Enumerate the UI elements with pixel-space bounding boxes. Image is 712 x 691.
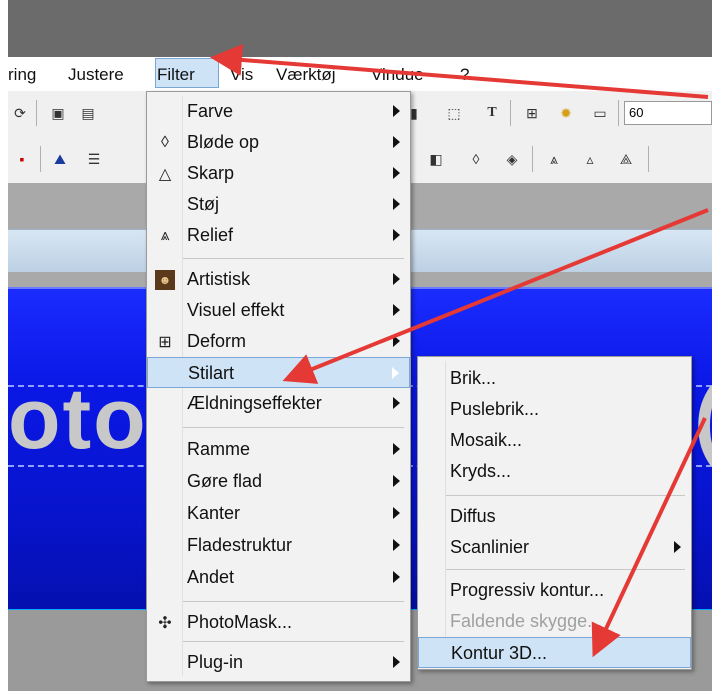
submenu-arrow-icon [393, 475, 400, 487]
submenu-item-progressiv-kontur[interactable]: Progressiv kontur... [418, 575, 691, 606]
tree-icon[interactable]: ⊞ [522, 103, 542, 123]
submenu-item-scanlinier[interactable]: Scanlinier [418, 532, 691, 563]
split-icon[interactable]: ◧ [426, 149, 446, 169]
stilart-submenu: Brik... Puslebrik... Mosaik... Kryds... … [417, 356, 692, 670]
submenu-item-mosaik[interactable]: Mosaik... [418, 425, 691, 456]
submenu-arrow-icon [393, 397, 400, 409]
triangle-outline-icon: △ [158, 166, 172, 183]
image-copy-icon[interactable]: ▤ [78, 103, 98, 123]
submenu-item-brik[interactable]: Brik... [418, 363, 691, 394]
menu-separator [183, 258, 404, 259]
menu-item-goere-flad[interactable]: Gøre flad [147, 466, 410, 497]
menu-item-andet[interactable]: Andet [147, 562, 410, 593]
adjust-icon[interactable]: ☰ [84, 149, 104, 169]
droplet-outline-icon: ◊ [161, 134, 169, 151]
photomask-icon: ✣ [158, 615, 172, 632]
submenu-arrow-icon [393, 273, 400, 285]
menu-item-artistisk[interactable]: ☻ Artistisk [147, 264, 410, 295]
sharpen-icon[interactable]: ▵ [580, 149, 600, 169]
menu-vis[interactable]: Vis [230, 65, 253, 85]
toolbar-separator [648, 146, 649, 172]
menu-separator [183, 427, 404, 428]
menu-item-stilart[interactable]: Stilart [147, 357, 410, 388]
menu-item-fladestruktur[interactable]: Fladestruktur [147, 530, 410, 561]
toolbar-separator [40, 146, 41, 172]
submenu-arrow-icon [393, 105, 400, 117]
menu-item-deform[interactable]: ⊞ Deform [147, 326, 410, 357]
menu-item-stoej[interactable]: Støj [147, 189, 410, 220]
menu-vindue[interactable]: Vindue [371, 65, 424, 85]
submenu-item-puslebrik[interactable]: Puslebrik... [418, 394, 691, 425]
menu-separator [446, 569, 685, 570]
zoom-input[interactable]: 60 [624, 101, 712, 125]
submenu-item-kryds[interactable]: Kryds... [418, 456, 691, 487]
menu-item-ramme[interactable]: Ramme [147, 434, 410, 465]
submenu-arrow-icon [393, 656, 400, 668]
submenu-arrow-icon [393, 507, 400, 519]
menu-item-visuel-effekt[interactable]: Visuel effekt [147, 295, 410, 326]
submenu-arrow-icon [393, 539, 400, 551]
menu-item-photomask[interactable]: ✣ PhotoMask... [147, 607, 410, 638]
menu-justere[interactable]: Justere [68, 65, 124, 85]
menu-bar: ring Justere Filter Vis Værktøj Vindue ? [8, 57, 712, 91]
menu-item-skarp[interactable]: △ Skarp [147, 158, 410, 189]
submenu-arrow-icon [393, 136, 400, 148]
submenu-arrow-icon [393, 198, 400, 210]
filter-menu: Farve ◊ Bløde op △ Skarp Støj ⩓ Relief ☻… [146, 91, 411, 682]
levels-icon[interactable]: ⛰ [50, 149, 70, 169]
submenu-item-diffus[interactable]: Diffus [418, 501, 691, 532]
submenu-arrow-icon [393, 443, 400, 455]
redo-icon[interactable]: ⟳ [10, 103, 30, 123]
submenu-arrow-icon [393, 167, 400, 179]
emboss-icon[interactable]: ⩓ [544, 149, 564, 169]
selection-icon[interactable]: ⬚ [444, 103, 464, 123]
title-bar [8, 0, 712, 57]
toolbar-separator [510, 100, 511, 126]
menu-item-aeldningseffekter[interactable]: Ældningseffekter [147, 388, 410, 419]
toolbar-separator [36, 100, 37, 126]
blur-icon[interactable]: ◊ [466, 149, 486, 169]
menu-filter[interactable]: Filter [157, 65, 195, 85]
toolbar-separator [532, 146, 533, 172]
relief-icon: ⩓ [160, 227, 170, 244]
menu-item-kanter[interactable]: Kanter [147, 498, 410, 529]
window-icon[interactable]: ▭ [590, 103, 610, 123]
blur-more-icon[interactable]: ◈ [502, 149, 522, 169]
menu-separator [183, 641, 404, 642]
color-palette-icon[interactable]: ▪ [12, 149, 32, 169]
toolbar-separator [618, 100, 619, 126]
submenu-arrow-icon [674, 541, 681, 553]
menu-item-plug-in[interactable]: Plug-in [147, 647, 410, 678]
menu-vaerktoej[interactable]: Værktøj [276, 65, 336, 85]
image-icon[interactable]: ▣ [48, 103, 68, 123]
submenu-arrow-icon [393, 571, 400, 583]
banner-text-right: ( [694, 370, 712, 469]
grid-deform-icon: ⊞ [158, 334, 172, 351]
submenu-arrow-icon [393, 229, 400, 241]
mona-lisa-icon: ☻ [155, 270, 175, 290]
menu-separator [183, 601, 404, 602]
menu-item-farve[interactable]: Farve [147, 96, 410, 127]
menu-separator [446, 495, 685, 496]
text-tool-icon[interactable]: T [482, 103, 502, 123]
submenu-arrow-icon [393, 304, 400, 316]
submenu-arrow-icon [393, 335, 400, 347]
submenu-item-faldende-skygge: Faldende skygge... [450, 611, 603, 631]
submenu-item-kontur-3d[interactable]: Kontur 3D... [418, 637, 691, 668]
banner-text: oto [8, 371, 148, 467]
submenu-arrow-icon [392, 367, 399, 379]
menu-ring[interactable]: ring [8, 65, 36, 85]
sharpen-more-icon[interactable]: ⟁ [616, 149, 636, 169]
menu-item-relief[interactable]: ⩓ Relief [147, 220, 410, 251]
menu-help[interactable]: ? [460, 65, 469, 85]
gear-icon[interactable]: ✹ [556, 103, 576, 123]
menu-item-bloede-op[interactable]: ◊ Bløde op [147, 127, 410, 158]
